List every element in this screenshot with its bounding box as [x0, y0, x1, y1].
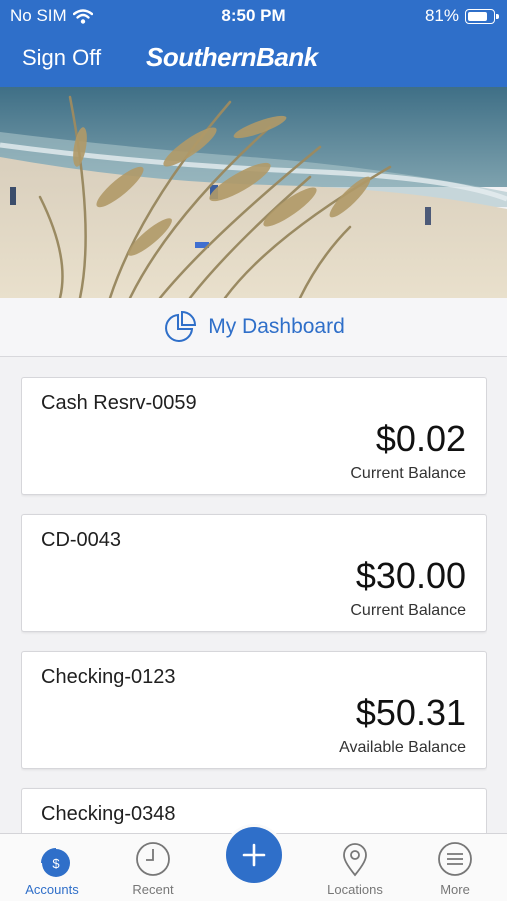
hero-beach-image [0, 87, 507, 298]
account-name: Checking-0123 [41, 666, 176, 688]
tab-label: Accounts [25, 882, 79, 897]
pie-chart-icon [165, 310, 197, 342]
sign-off-button[interactable]: Sign Off [22, 45, 101, 71]
account-amount: $50.31 [355, 692, 466, 733]
status-bar: No SIM 8:50 PM 81% [0, 0, 507, 32]
battery-percent: 81% [424, 6, 459, 25]
svg-text:$: $ [52, 856, 60, 871]
dollar-coin-icon: $ [41, 848, 70, 877]
my-dashboard-label: My Dashboard [208, 315, 345, 338]
account-amount: $0.02 [375, 418, 466, 459]
account-amount: $30.00 [355, 555, 466, 596]
status-right: 81% [424, 6, 499, 26]
clock-icon [136, 842, 170, 876]
tab-label: Locations [327, 882, 383, 897]
balance-label: Available Balance [339, 739, 466, 756]
account-card-checking-0123[interactable]: Checking-0123 $50.31 Available Balance [21, 651, 487, 769]
map-pin-icon [343, 843, 367, 877]
tab-label: More [440, 882, 470, 897]
tab-locations[interactable]: Locations [305, 834, 405, 901]
plus-icon [242, 843, 266, 867]
app-header: Sign Off SouthernBank [0, 32, 507, 87]
account-name: CD-0043 [41, 529, 122, 551]
account-card-cash-reserve[interactable]: Cash Resrv-0059 $0.02 Current Balance [21, 377, 487, 495]
tab-recent[interactable]: Recent [103, 834, 203, 901]
account-name: Checking-0348 [41, 803, 176, 825]
tab-more[interactable]: More [405, 834, 505, 901]
tab-label: Recent [132, 882, 174, 897]
tab-accounts[interactable]: $ Accounts [2, 834, 102, 901]
balance-label: Current Balance [350, 602, 466, 619]
add-button[interactable] [226, 827, 282, 883]
account-card-cd[interactable]: CD-0043 $30.00 Current Balance [21, 514, 487, 632]
brand-logo: SouthernBank [146, 42, 318, 72]
my-dashboard-button[interactable]: My Dashboard [0, 298, 507, 357]
balance-label: Current Balance [350, 465, 466, 482]
menu-icon [438, 842, 472, 876]
accounts-list: Cash Resrv-0059 $0.02 Current Balance CD… [21, 377, 487, 833]
battery-icon [465, 8, 499, 24]
account-name: Cash Resrv-0059 [41, 392, 197, 414]
